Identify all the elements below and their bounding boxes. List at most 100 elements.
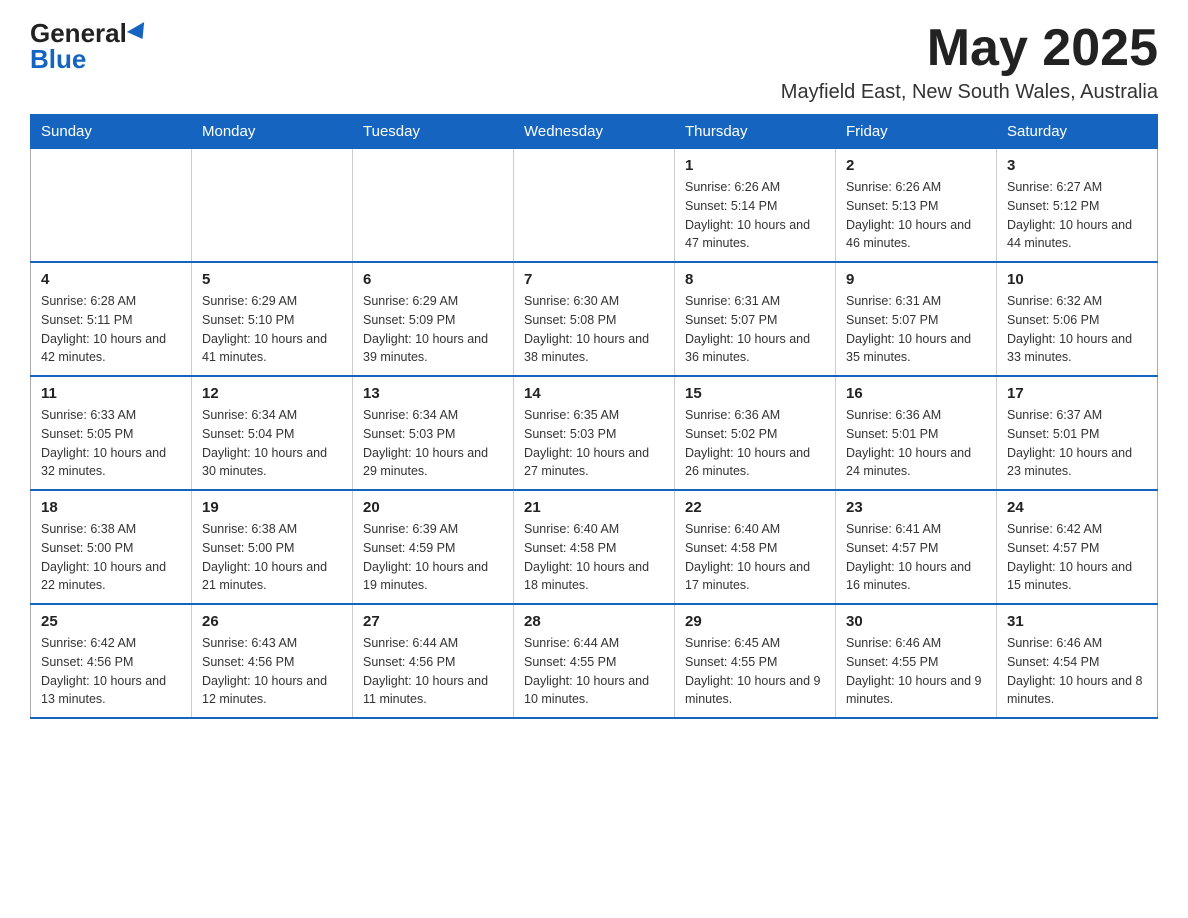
calendar-cell: 10Sunrise: 6:32 AM Sunset: 5:06 PM Dayli…	[997, 262, 1158, 376]
calendar-cell: 16 Sunrise: 6:36 AM Sunset: 5:01 PM Dayli…	[836, 376, 997, 490]
day-number: 27	[363, 613, 503, 630]
day-number: 7	[524, 271, 664, 288]
day-number: 1	[685, 157, 825, 174]
day-info: Sunrise: 6:45 AM Sunset: 4:55 PM Dayligh…	[685, 634, 825, 709]
day-number: 16	[846, 385, 986, 402]
calendar-cell: 25Sunrise: 6:42 AM Sunset: 4:56 PM Dayli…	[31, 604, 192, 718]
calendar-cell: 1 Sunrise: 6:26 AM Sunset: 5:14 PM Daylig…	[675, 149, 836, 263]
day-info: Sunrise: 6:38 AM Sunset: 5:00 PM Dayligh…	[202, 520, 342, 595]
day-info: Sunrise: 6:26 AM Sunset: 5:14 PM Dayligh…	[685, 178, 825, 253]
day-number: 8	[685, 271, 825, 288]
logo: General Blue	[30, 20, 149, 72]
day-info: Sunrise: 6:42 AM Sunset: 4:57 PM Dayligh…	[1007, 520, 1147, 595]
calendar-week-row: 4 Sunrise: 6:28 AM Sunset: 5:11 PM Daylig…	[31, 262, 1158, 376]
day-info: Sunrise: 6:41 AM Sunset: 4:57 PM Dayligh…	[846, 520, 986, 595]
calendar-cell	[31, 149, 192, 263]
calendar-week-row: 1 Sunrise: 6:26 AM Sunset: 5:14 PM Daylig…	[31, 149, 1158, 263]
calendar-cell: 19 Sunrise: 6:38 AM Sunset: 5:00 PM Dayli…	[192, 490, 353, 604]
calendar-cell: 18 Sunrise: 6:38 AM Sunset: 5:00 PM Dayli…	[31, 490, 192, 604]
day-info: Sunrise: 6:29 AM Sunset: 5:09 PM Dayligh…	[363, 292, 503, 367]
weekday-header-sunday: Sunday	[31, 115, 192, 149]
title-area: May 2025 Mayfield East, New South Wales,…	[781, 20, 1158, 104]
calendar-cell: 27 Sunrise: 6:44 AM Sunset: 4:56 PM Dayli…	[353, 604, 514, 718]
calendar-body: 1 Sunrise: 6:26 AM Sunset: 5:14 PM Daylig…	[31, 149, 1158, 719]
calendar-header: SundayMondayTuesdayWednesdayThursdayFrid…	[31, 115, 1158, 149]
day-number: 17	[1007, 385, 1147, 402]
logo-general-text: General	[30, 20, 127, 46]
day-info: Sunrise: 6:40 AM Sunset: 4:58 PM Dayligh…	[524, 520, 664, 595]
calendar-cell: 7 Sunrise: 6:30 AM Sunset: 5:08 PM Daylig…	[514, 262, 675, 376]
day-number: 3	[1007, 157, 1147, 174]
day-number: 22	[685, 499, 825, 516]
day-number: 2	[846, 157, 986, 174]
day-info: Sunrise: 6:39 AM Sunset: 4:59 PM Dayligh…	[363, 520, 503, 595]
day-number: 4	[41, 271, 181, 288]
day-number: 31	[1007, 613, 1147, 630]
calendar-cell: 23 Sunrise: 6:41 AM Sunset: 4:57 PM Dayli…	[836, 490, 997, 604]
month-title: May 2025	[781, 20, 1158, 77]
weekday-header-wednesday: Wednesday	[514, 115, 675, 149]
day-number: 19	[202, 499, 342, 516]
day-number: 30	[846, 613, 986, 630]
day-info: Sunrise: 6:27 AM Sunset: 5:12 PM Dayligh…	[1007, 178, 1147, 253]
calendar-week-row: 11 Sunrise: 6:33 AM Sunset: 5:05 PM Dayli…	[31, 376, 1158, 490]
calendar-cell	[192, 149, 353, 263]
calendar-cell	[353, 149, 514, 263]
day-number: 10	[1007, 271, 1147, 288]
calendar-table: SundayMondayTuesdayWednesdayThursdayFrid…	[30, 114, 1158, 719]
day-number: 23	[846, 499, 986, 516]
logo-triangle-icon	[127, 22, 151, 44]
calendar-cell: 17 Sunrise: 6:37 AM Sunset: 5:01 PM Dayli…	[997, 376, 1158, 490]
weekday-header-row: SundayMondayTuesdayWednesdayThursdayFrid…	[31, 115, 1158, 149]
calendar-cell: 26Sunrise: 6:43 AM Sunset: 4:56 PM Dayli…	[192, 604, 353, 718]
day-number: 28	[524, 613, 664, 630]
day-number: 21	[524, 499, 664, 516]
calendar-cell: 13 Sunrise: 6:34 AM Sunset: 5:03 PM Dayli…	[353, 376, 514, 490]
day-info: Sunrise: 6:38 AM Sunset: 5:00 PM Dayligh…	[41, 520, 181, 595]
day-info: Sunrise: 6:34 AM Sunset: 5:04 PM Dayligh…	[202, 406, 342, 481]
calendar-cell: 30Sunrise: 6:46 AM Sunset: 4:55 PM Dayli…	[836, 604, 997, 718]
day-info: Sunrise: 6:33 AM Sunset: 5:05 PM Dayligh…	[41, 406, 181, 481]
calendar-cell: 6 Sunrise: 6:29 AM Sunset: 5:09 PM Daylig…	[353, 262, 514, 376]
day-number: 9	[846, 271, 986, 288]
calendar-cell: 14Sunrise: 6:35 AM Sunset: 5:03 PM Dayli…	[514, 376, 675, 490]
weekday-header-thursday: Thursday	[675, 115, 836, 149]
day-number: 11	[41, 385, 181, 402]
calendar-cell: 4 Sunrise: 6:28 AM Sunset: 5:11 PM Daylig…	[31, 262, 192, 376]
logo-blue-text: Blue	[30, 46, 86, 72]
day-number: 18	[41, 499, 181, 516]
day-info: Sunrise: 6:37 AM Sunset: 5:01 PM Dayligh…	[1007, 406, 1147, 481]
day-info: Sunrise: 6:36 AM Sunset: 5:01 PM Dayligh…	[846, 406, 986, 481]
day-info: Sunrise: 6:40 AM Sunset: 4:58 PM Dayligh…	[685, 520, 825, 595]
day-info: Sunrise: 6:31 AM Sunset: 5:07 PM Dayligh…	[846, 292, 986, 367]
day-info: Sunrise: 6:46 AM Sunset: 4:54 PM Dayligh…	[1007, 634, 1147, 709]
calendar-cell: 24 Sunrise: 6:42 AM Sunset: 4:57 PM Dayli…	[997, 490, 1158, 604]
day-info: Sunrise: 6:36 AM Sunset: 5:02 PM Dayligh…	[685, 406, 825, 481]
day-number: 6	[363, 271, 503, 288]
day-info: Sunrise: 6:42 AM Sunset: 4:56 PM Dayligh…	[41, 634, 181, 709]
day-number: 29	[685, 613, 825, 630]
day-info: Sunrise: 6:35 AM Sunset: 5:03 PM Dayligh…	[524, 406, 664, 481]
calendar-cell: 5Sunrise: 6:29 AM Sunset: 5:10 PM Daylig…	[192, 262, 353, 376]
day-info: Sunrise: 6:34 AM Sunset: 5:03 PM Dayligh…	[363, 406, 503, 481]
calendar-week-row: 25Sunrise: 6:42 AM Sunset: 4:56 PM Dayli…	[31, 604, 1158, 718]
weekday-header-saturday: Saturday	[997, 115, 1158, 149]
page-header: General Blue May 2025 Mayfield East, New…	[30, 20, 1158, 104]
calendar-cell: 28 Sunrise: 6:44 AM Sunset: 4:55 PM Dayli…	[514, 604, 675, 718]
day-info: Sunrise: 6:30 AM Sunset: 5:08 PM Dayligh…	[524, 292, 664, 367]
day-info: Sunrise: 6:44 AM Sunset: 4:56 PM Dayligh…	[363, 634, 503, 709]
day-number: 26	[202, 613, 342, 630]
day-number: 13	[363, 385, 503, 402]
day-number: 24	[1007, 499, 1147, 516]
calendar-cell: 3 Sunrise: 6:27 AM Sunset: 5:12 PM Daylig…	[997, 149, 1158, 263]
weekday-header-friday: Friday	[836, 115, 997, 149]
calendar-cell: 8Sunrise: 6:31 AM Sunset: 5:07 PM Daylig…	[675, 262, 836, 376]
calendar-cell: 12Sunrise: 6:34 AM Sunset: 5:04 PM Dayli…	[192, 376, 353, 490]
calendar-cell: 15Sunrise: 6:36 AM Sunset: 5:02 PM Dayli…	[675, 376, 836, 490]
weekday-header-monday: Monday	[192, 115, 353, 149]
calendar-cell: 9 Sunrise: 6:31 AM Sunset: 5:07 PM Daylig…	[836, 262, 997, 376]
day-info: Sunrise: 6:29 AM Sunset: 5:10 PM Dayligh…	[202, 292, 342, 367]
day-info: Sunrise: 6:28 AM Sunset: 5:11 PM Dayligh…	[41, 292, 181, 367]
day-info: Sunrise: 6:44 AM Sunset: 4:55 PM Dayligh…	[524, 634, 664, 709]
calendar-cell	[514, 149, 675, 263]
